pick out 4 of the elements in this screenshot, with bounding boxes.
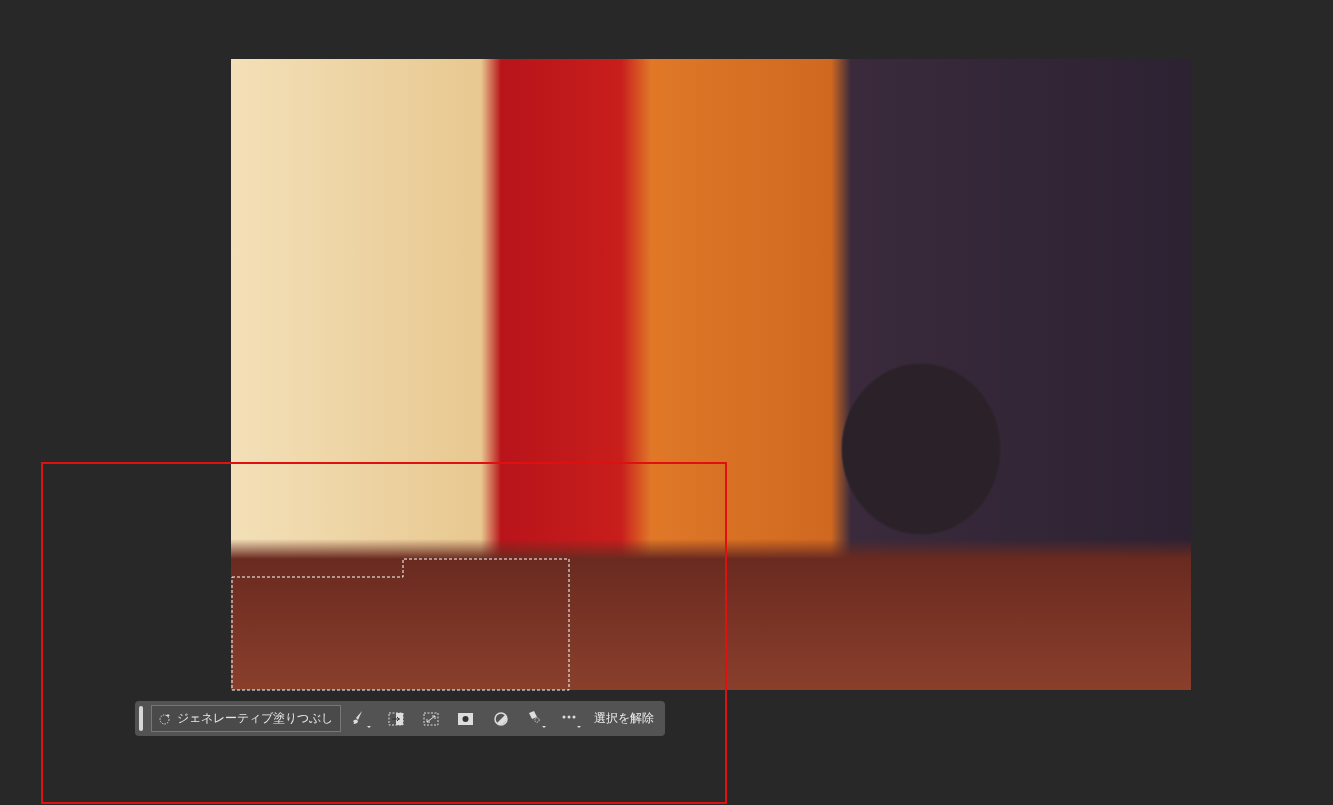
drag-handle[interactable] — [139, 706, 143, 731]
sparkle-selection-icon — [159, 712, 171, 725]
deselect-button[interactable]: 選択を解除 — [590, 710, 658, 727]
generative-fill-button[interactable]: ジェネレーティブ塗りつぶし — [151, 705, 341, 732]
